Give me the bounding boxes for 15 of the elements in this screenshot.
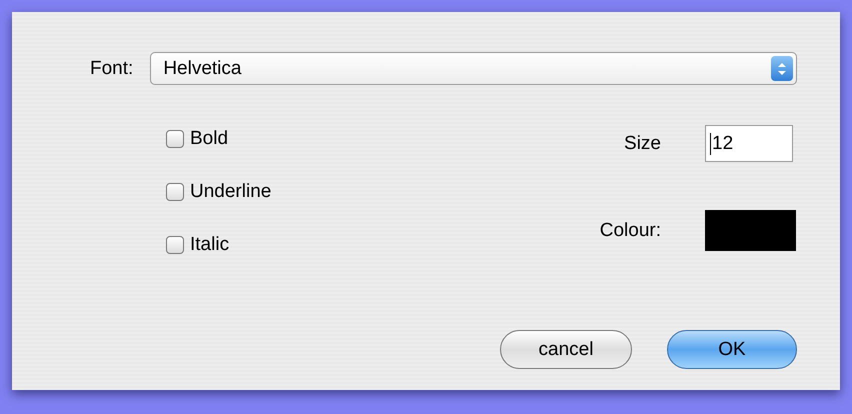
checkbox-label[interactable]: Bold xyxy=(190,128,228,150)
ok-button[interactable]: OK xyxy=(667,330,797,369)
colour-swatch[interactable] xyxy=(705,210,796,251)
colour-label: Colour: xyxy=(600,220,661,242)
size-field[interactable]: 12 xyxy=(705,125,793,162)
size-label: Size xyxy=(624,132,661,154)
checkbox-label[interactable]: Underline xyxy=(190,181,272,203)
checkbox[interactable] xyxy=(166,130,184,148)
cancel-button[interactable]: cancel xyxy=(500,330,632,369)
up-down-arrows-icon xyxy=(771,56,793,81)
font-popup[interactable]: Helvetica xyxy=(150,52,797,85)
checkbox[interactable] xyxy=(166,236,184,254)
checkbox-label[interactable]: Italic xyxy=(190,234,230,256)
font-label: Font: xyxy=(90,58,134,80)
checkbox[interactable] xyxy=(166,183,184,201)
